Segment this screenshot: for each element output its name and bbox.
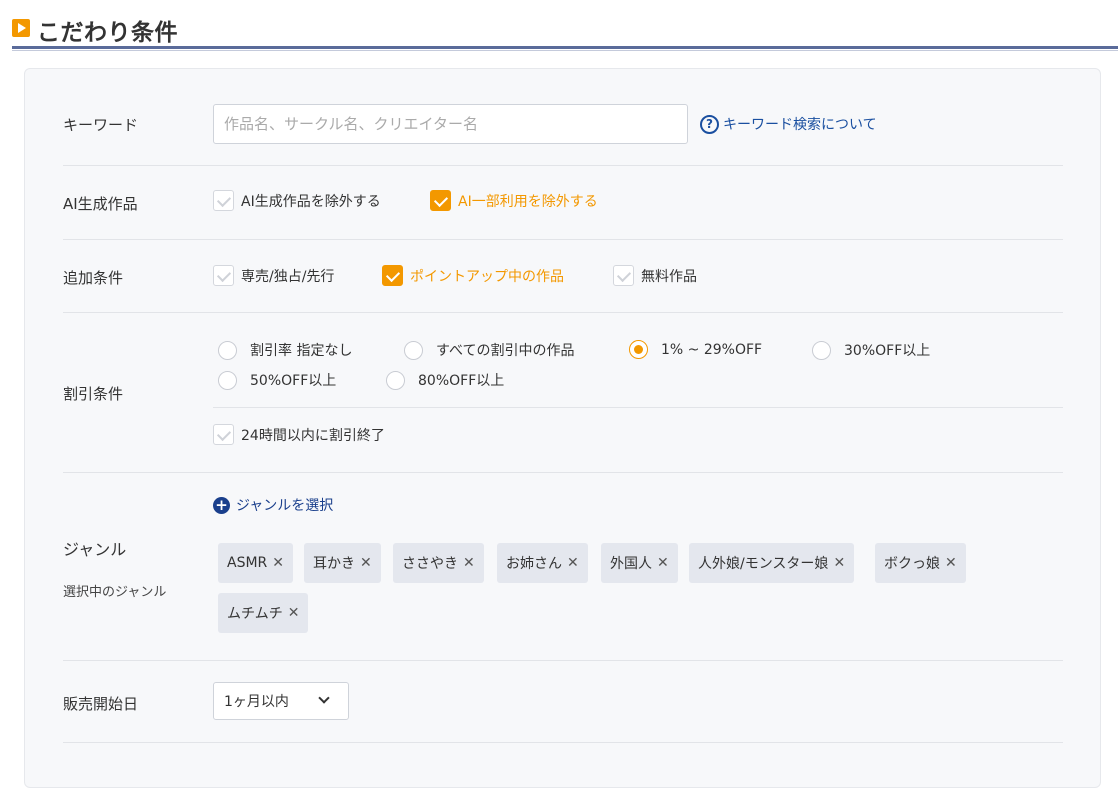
genre-tag-label: ASMR (227, 555, 268, 571)
add-genre-label: ジャンルを選択 (236, 498, 334, 514)
radio-selected-icon (629, 340, 648, 359)
remove-icon[interactable]: ✕ (657, 555, 669, 571)
discount-row: 割引条件 割引率 指定なし すべての割引中の作品 1% ~ 29%OFF 30%… (63, 313, 1063, 473)
keyword-input[interactable] (213, 104, 688, 144)
header-rule-thin (12, 50, 1118, 51)
radio-label: 80%OFF以上 (418, 373, 505, 389)
discount-all-radio[interactable]: すべての割引中の作品 (404, 340, 574, 360)
radio-label: 30%OFF以上 (844, 343, 931, 359)
radio-label: 1% ~ 29%OFF (661, 341, 763, 358)
genre-tag[interactable]: ASMR ✕ (218, 543, 294, 583)
genre-tag[interactable]: 人外娘/モンスター娘 ✕ (689, 543, 855, 583)
genre-tag-label: ささやき (402, 556, 458, 572)
release-label: 販売開始日 (63, 695, 139, 713)
add-genre-button[interactable]: + ジャンルを選択 (213, 495, 333, 515)
genre-tag[interactable]: 耳かき ✕ (304, 543, 381, 583)
play-arrow-icon (12, 19, 30, 37)
section-header: こだわり条件 (12, 10, 1118, 51)
genre-tag-label: ボクっ娘 (884, 556, 940, 572)
radio-label: 50%OFF以上 (250, 373, 337, 389)
discount-label: 割引条件 (63, 385, 124, 403)
checkbox-label: AI一部利用を除外する (458, 193, 598, 210)
genre-tag-label: 人外娘/モンスター娘 (698, 556, 829, 572)
keyword-help-text: キーワード検索について (723, 117, 877, 133)
checkbox-checked-icon (382, 265, 403, 286)
remove-icon[interactable]: ✕ (833, 555, 845, 571)
remove-icon[interactable]: ✕ (463, 555, 475, 571)
remove-icon[interactable]: ✕ (945, 555, 957, 571)
genre-tag-label: 外国人 (610, 556, 652, 572)
remove-icon[interactable]: ✕ (360, 555, 372, 571)
keyword-row: キーワード ? キーワード検索について (63, 69, 1063, 166)
checkbox-icon (613, 265, 634, 286)
keyword-label: キーワード (63, 116, 139, 134)
radio-icon (404, 340, 423, 360)
genre-label: ジャンル (63, 540, 127, 559)
ai-generated-exclude-checkbox[interactable]: AI生成作品を除外する (213, 190, 381, 211)
extra-label: 追加条件 (63, 269, 124, 287)
extra-row: 追加条件 専売/独占/先行 ポイントアップ中の作品 無料作品 (63, 240, 1063, 313)
genre-tag[interactable]: ささやき ✕ (393, 543, 484, 583)
release-select[interactable]: 1ヶ月以内 (213, 682, 349, 720)
chevron-down-icon (318, 692, 330, 704)
section-title: こだわり条件 (37, 20, 178, 46)
checkbox-label: ポイントアップ中の作品 (410, 268, 564, 285)
ai-partial-exclude-checkbox[interactable]: AI一部利用を除外する (430, 190, 598, 211)
checkbox-label: AI生成作品を除外する (241, 193, 381, 210)
genre-tag[interactable]: お姉さん ✕ (497, 543, 588, 583)
radio-icon (218, 340, 237, 360)
checkbox-icon (213, 190, 234, 211)
ending-24h-checkbox[interactable]: 24時間以内に割引終了 (213, 424, 385, 445)
help-circle-icon: ? (700, 114, 719, 134)
discount-50-radio[interactable]: 50%OFF以上 (218, 370, 336, 390)
genre-tag[interactable]: 外国人 ✕ (601, 543, 678, 583)
genre-tag-label: ムチムチ (227, 606, 283, 622)
radio-icon (812, 340, 831, 360)
plus-circle-icon: + (213, 496, 230, 514)
release-row: 販売開始日 1ヶ月以内 (63, 661, 1063, 743)
keyword-help-link[interactable]: ? キーワード検索について (700, 114, 877, 134)
genre-tag[interactable]: ボクっ娘 ✕ (875, 543, 966, 583)
discount-30-radio[interactable]: 30%OFF以上 (812, 340, 930, 360)
checkbox-label: 24時間以内に割引終了 (241, 427, 385, 444)
radio-label: すべての割引中の作品 (436, 343, 575, 359)
genre-tag-label: 耳かき (313, 556, 355, 572)
radio-icon (386, 370, 405, 390)
checkbox-checked-icon (430, 190, 451, 211)
free-works-checkbox[interactable]: 無料作品 (613, 265, 697, 286)
checkbox-label: 無料作品 (641, 268, 697, 285)
header-rule (12, 46, 1118, 49)
checkbox-icon (213, 265, 234, 286)
checkbox-icon (213, 424, 234, 445)
checkbox-label: 専売/独占/先行 (241, 268, 335, 285)
discount-none-radio[interactable]: 割引率 指定なし (218, 340, 352, 360)
genre-row: ジャンル 選択中のジャンル + ジャンルを選択 ASMR ✕ 耳かき ✕ ささや… (63, 473, 1063, 661)
discount-1-29-radio[interactable]: 1% ~ 29%OFF (629, 340, 762, 359)
remove-icon[interactable]: ✕ (567, 555, 579, 571)
ai-label: AI生成作品 (63, 195, 138, 213)
exclusive-checkbox[interactable]: 専売/独占/先行 (213, 265, 334, 286)
filter-panel: キーワード ? キーワード検索について AI生成作品 AI生成作品を除外する A… (24, 68, 1101, 788)
genre-tag[interactable]: ムチムチ ✕ (218, 593, 309, 633)
genre-sub-label: 選択中のジャンル (63, 585, 167, 600)
discount-divider (213, 407, 1063, 408)
remove-icon[interactable]: ✕ (272, 555, 284, 571)
release-select-value: 1ヶ月以内 (224, 694, 289, 710)
point-up-checkbox[interactable]: ポイントアップ中の作品 (382, 265, 564, 286)
remove-icon[interactable]: ✕ (288, 605, 300, 621)
discount-80-radio[interactable]: 80%OFF以上 (386, 370, 504, 390)
radio-icon (218, 370, 237, 390)
radio-label: 割引率 指定なし (250, 343, 353, 359)
genre-tag-label: お姉さん (506, 556, 562, 572)
ai-row: AI生成作品 AI生成作品を除外する AI一部利用を除外する (63, 166, 1063, 240)
